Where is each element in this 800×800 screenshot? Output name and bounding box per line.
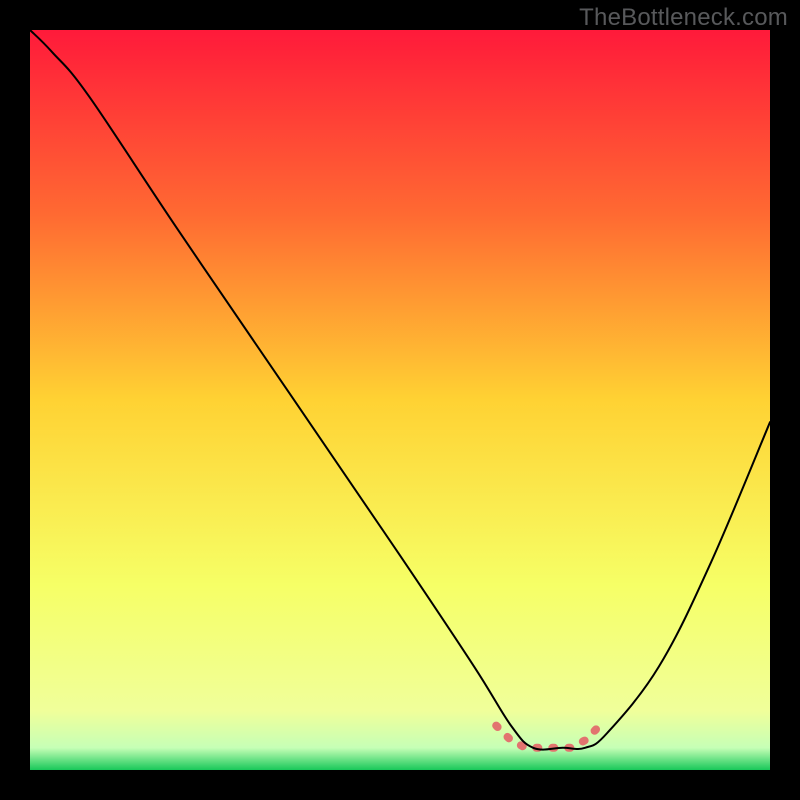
chart-frame: TheBottleneck.com [0, 0, 800, 800]
plot-area [30, 30, 770, 770]
watermark-text: TheBottleneck.com [579, 4, 788, 32]
bottleneck-chart [0, 0, 800, 800]
